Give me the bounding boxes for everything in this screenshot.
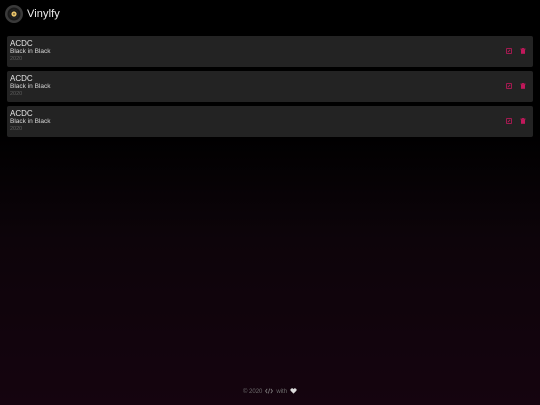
record-actions [506,48,526,54]
record-artist: ACDC [10,109,33,118]
footer: © 2020 with [0,388,540,396]
app-header: Vinylfy [0,0,540,28]
record-list: ACDC Black in Black 2020 ACDC Black in B… [7,36,533,141]
trash-icon[interactable] [520,48,526,54]
trash-icon[interactable] [520,83,526,89]
record-card: ACDC Black in Black 2020 [7,71,533,102]
footer-copyright: © 2020 [242,389,263,395]
record-card: ACDC Black in Black 2020 [7,106,533,137]
record-actions [506,118,526,124]
record-album: Black in Black [10,48,51,55]
record-album: Black in Black [10,83,51,90]
edit-icon[interactable] [506,118,512,124]
trash-icon[interactable] [520,118,526,124]
vinyl-record-icon[interactable] [5,5,23,23]
record-actions [506,83,526,89]
edit-icon[interactable] [506,83,512,89]
record-artist: ACDC [10,39,33,48]
record-artist: ACDC [10,74,33,83]
record-year: 2020 [10,126,23,132]
record-year: 2020 [10,91,23,97]
footer-made-with: with [276,389,288,395]
record-card: ACDC Black in Black 2020 [7,36,533,67]
heart-icon [290,388,297,395]
record-year: 2020 [10,56,23,62]
edit-icon[interactable] [506,48,512,54]
code-icon [265,388,274,395]
record-album: Black in Black [10,118,51,125]
app-title: Vinylfy [27,8,60,20]
